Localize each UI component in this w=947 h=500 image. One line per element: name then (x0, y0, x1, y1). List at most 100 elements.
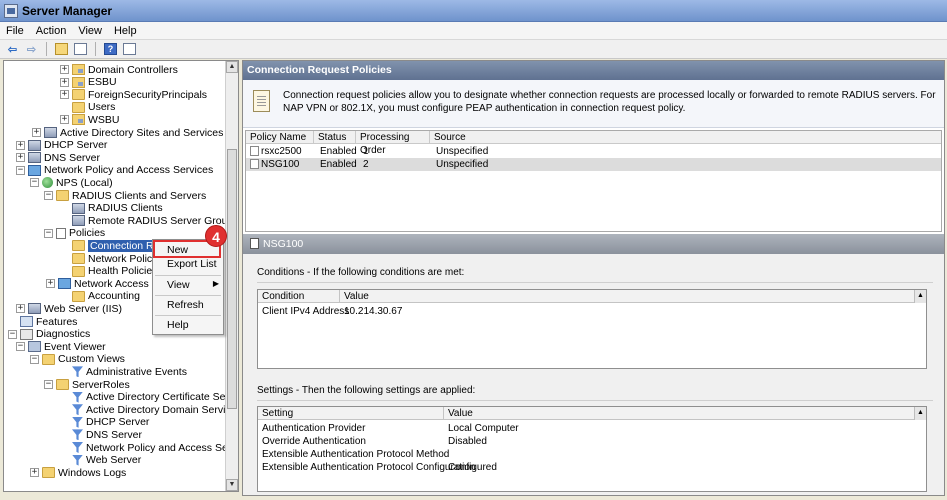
settings-list[interactable]: Setting Value ▲ Authentication Provider … (257, 406, 927, 492)
settings-label: Settings - Then the following settings a… (257, 385, 476, 396)
details-title-bar: NSG100 (243, 234, 944, 254)
tree-item[interactable]: Web Server (60, 454, 141, 467)
col-processing-order[interactable]: Processing Order (356, 131, 430, 156)
tree-item[interactable]: Network Policies (60, 252, 166, 265)
collapse-icon[interactable]: − (30, 354, 39, 364)
table-row[interactable]: Extensible Authentication Protocol Confi… (258, 461, 926, 474)
tree-item[interactable]: + ForeignSecurityPrincipals (60, 88, 207, 101)
scroll-thumb[interactable] (227, 149, 237, 409)
tree-item[interactable]: − Network Policy and Access Services (16, 164, 213, 177)
expand-icon[interactable]: + (32, 128, 41, 137)
back-arrow-icon[interactable]: ⇦ (4, 42, 21, 57)
tree-item[interactable]: Network Policy and Access Services (60, 441, 238, 454)
tree-item[interactable]: + DNS Server (16, 151, 100, 164)
scroll-down-icon[interactable]: ▼ (226, 479, 238, 491)
col-setting[interactable]: Setting (258, 407, 444, 420)
expand-icon[interactable]: + (16, 153, 25, 163)
help-icon[interactable]: ? (102, 42, 119, 57)
policy-name: rsxc2500 (261, 146, 302, 157)
tree-item[interactable]: RADIUS Clients (60, 202, 163, 215)
collapse-icon[interactable]: − (44, 228, 53, 238)
tree-scrollbar[interactable]: ▲ ▼ (225, 61, 238, 491)
col-source[interactable]: Source (430, 131, 490, 144)
collapse-icon[interactable]: − (44, 380, 53, 389)
menu-item-view[interactable]: View ▶ (153, 277, 223, 293)
col-value[interactable]: Value (340, 290, 916, 303)
tree-item-label: DHCP Server (86, 416, 150, 429)
tree-item[interactable]: − Policies (44, 227, 105, 240)
collapse-icon[interactable]: − (16, 342, 25, 352)
tree-item[interactable]: − Diagnostics (8, 328, 90, 341)
tree-item[interactable]: Users (60, 101, 115, 114)
tree-item-label: ForeignSecurityPrincipals (88, 88, 208, 101)
tree-item[interactable]: Active Directory Domain Services (60, 403, 238, 416)
conditions-list[interactable]: Condition Value ▲ Client IPv4 Address 10… (257, 289, 927, 369)
menu-view[interactable]: View (72, 25, 108, 37)
collapse-icon[interactable]: − (30, 178, 39, 188)
collapse-icon[interactable]: − (16, 165, 25, 175)
tree-item[interactable]: − Event Viewer (16, 340, 106, 353)
expand-icon[interactable]: + (60, 65, 69, 74)
scroll-up-icon[interactable]: ▲ (914, 290, 926, 303)
collapse-icon[interactable]: − (44, 191, 53, 200)
table-row[interactable]: Client IPv4 Address 10.214.30.67 (258, 305, 926, 318)
folder-icon (42, 467, 55, 479)
tree-item[interactable]: Health Policies (60, 265, 157, 278)
log-icon (28, 341, 41, 353)
expand-icon[interactable]: + (30, 468, 39, 478)
expand-icon[interactable]: + (16, 140, 25, 150)
tree-item[interactable]: Accounting (60, 290, 140, 303)
table-row[interactable]: NSG100 Enabled 2 Unspecified (246, 158, 941, 171)
tree-item[interactable]: − RADIUS Clients and Servers (44, 189, 206, 202)
tree-item[interactable]: + Windows Logs (30, 466, 126, 479)
scroll-up-icon[interactable]: ▲ (914, 407, 926, 420)
col-policy-name[interactable]: Policy Name (246, 131, 314, 144)
show-hide-tree-icon[interactable] (72, 42, 89, 57)
tree-item[interactable]: − NPS (Local) (30, 176, 113, 189)
menu-action[interactable]: Action (30, 25, 73, 37)
menu-item-export-list[interactable]: Export List (153, 256, 223, 272)
tree-item[interactable]: Administrative Events (60, 365, 187, 378)
col-status[interactable]: Status (314, 131, 356, 144)
properties-icon[interactable] (121, 42, 138, 57)
menu-item-help[interactable]: Help (153, 317, 223, 333)
panel-header: Connection Request Policies (243, 61, 944, 80)
table-row[interactable]: Extensible Authentication Protocol Metho… (258, 448, 926, 461)
collapse-icon[interactable]: − (8, 329, 17, 339)
expand-icon[interactable]: + (60, 90, 69, 100)
tree-item[interactable]: Features (8, 315, 77, 328)
col-value[interactable]: Value (444, 407, 916, 420)
menu-item-refresh[interactable]: Refresh (153, 297, 223, 313)
table-row[interactable]: Override Authentication Disabled (258, 435, 926, 448)
expand-icon[interactable]: + (16, 304, 25, 314)
table-row[interactable]: Authentication Provider Local Computer (258, 422, 926, 435)
up-folder-icon[interactable] (53, 42, 70, 57)
tree-item[interactable]: DHCP Server (60, 416, 149, 429)
tree-item[interactable]: DNS Server (60, 428, 142, 441)
table-row[interactable]: rsxc2500 Enabled 1 Unspecified (246, 145, 941, 158)
expand-icon[interactable]: + (46, 279, 55, 289)
tree-item-label: ESBU (88, 76, 117, 89)
diagnostics-icon (20, 328, 33, 340)
condition-name: Client IPv4 Address (262, 306, 350, 317)
expand-icon[interactable]: + (60, 77, 69, 87)
tree-item[interactable]: + ESBU (60, 76, 117, 89)
scroll-up-icon[interactable]: ▲ (226, 61, 238, 73)
tree-item-label: Active Directory Sites and Services (60, 126, 224, 139)
tree-item[interactable]: + Domain Controllers (60, 63, 178, 76)
filter-icon (72, 416, 83, 428)
tree-item[interactable]: + WSBU (60, 113, 120, 126)
tree-item[interactable]: Active Directory Certificate Services (60, 391, 238, 404)
policy-list[interactable]: Policy Name Status Processing Order Sour… (245, 130, 942, 232)
expand-icon[interactable]: + (60, 115, 69, 125)
menu-file[interactable]: File (0, 25, 30, 37)
tree-item[interactable]: − ServerRoles (44, 378, 130, 391)
tree-item[interactable]: − Custom Views (30, 353, 125, 366)
tree-item[interactable]: + DHCP Server (16, 139, 107, 152)
tree-item[interactable]: + Web Server (IIS) (16, 302, 122, 315)
menu-help[interactable]: Help (108, 25, 143, 37)
tree-item[interactable]: + Active Directory Sites and Services (32, 126, 223, 139)
forward-arrow-icon[interactable]: ⇨ (23, 42, 40, 57)
col-condition[interactable]: Condition (258, 290, 340, 303)
context-menu: New Export List View ▶ Refresh Help (152, 239, 224, 335)
